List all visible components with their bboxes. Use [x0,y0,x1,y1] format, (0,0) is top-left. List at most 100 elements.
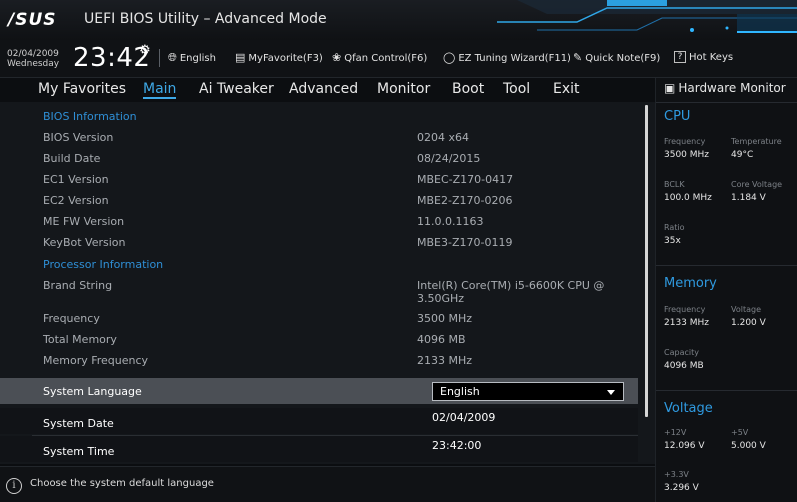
toolbar: 02/04/2009 Wednesday 23:42 ⚙ 🌐︎ English ▤… [0,40,797,78]
tab-exit[interactable]: Exit [553,81,580,97]
tab-boot[interactable]: Boot [452,81,484,97]
v12-label: +12V [664,428,687,437]
hardware-monitor-label: Hardware Monitor [678,81,786,95]
system-language-select[interactable]: English [432,382,624,401]
system-time-field[interactable]: 23:42:00 [432,439,481,452]
bulb-icon: ◯ [443,51,456,64]
monitor-icon: ▣ [664,81,676,95]
hardware-monitor-panel: ▣ Hardware Monitor CPU Frequency Temperat… [655,78,797,502]
memory-heading: Memory [664,276,717,291]
bios-version-label: BIOS Version [43,131,114,144]
cpu-frequency-value: 3500 MHz [664,150,710,160]
v33-label: +3.3V [664,470,689,479]
qfan-control-button[interactable]: ❀ Qfan Control(F6) [332,51,427,64]
brand-string-value: Intel(R) Core(TM) i5-6600K CPU @ 3.50GHz [417,279,605,305]
date-text: 02/04/2009 [7,49,59,59]
v5-label: +5V [731,428,749,437]
memory-frequency-value: 2133 MHz [417,354,473,367]
total-memory-value: 4096 MB [417,333,466,346]
system-language-row[interactable]: System Language English [0,378,638,404]
keybot-version-value: MBE3-Z170-0119 [417,236,513,249]
date-display: 02/04/2009 Wednesday [7,49,59,69]
myfavorite-label: MyFavorite(F3) [248,53,323,64]
cpu-heading: CPU [664,109,691,124]
weekday-text: Wednesday [7,59,60,69]
ratio-value: 35x [664,236,681,246]
hardware-monitor-title: ▣ Hardware Monitor [664,81,786,95]
fan-icon: ❀ [332,51,342,64]
brand-string-label: Brand String [43,279,113,292]
voltage-heading: Voltage [664,401,713,416]
menu-bar: My Favorites Main Ai Tweaker Advanced Mo… [0,78,655,102]
divider [656,102,797,103]
chevron-down-icon [607,390,615,395]
bios-information-heading: BIOS Information [43,110,137,123]
v33-value: 3.296 V [664,483,699,493]
myfavorite-button[interactable]: ▤ MyFavorite(F3) [235,51,323,64]
language-button[interactable]: 🌐︎ English [168,51,216,65]
capacity-value: 4096 MB [664,361,704,371]
ratio-label: Ratio [664,223,685,232]
system-date-field[interactable]: 02/04/2009 [432,411,495,424]
core-voltage-label: Core Voltage [731,180,783,189]
cpu-temperature-label: Temperature [731,137,782,146]
tab-advanced[interactable]: Advanced [289,81,358,97]
scrollbar[interactable] [645,105,648,417]
title-bar: /SUS UEFI BIOS Utility – Advanced Mode [0,0,797,40]
cpu-temperature-value: 49°C [731,150,754,160]
system-date-row[interactable]: System Date 02/04/2009 [0,408,638,434]
tab-my-favorites[interactable]: My Favorites [38,81,126,97]
core-voltage-value: 1.184 V [731,193,766,203]
me-fw-version-label: ME FW Version [43,215,125,228]
total-memory-label: Total Memory [43,333,117,346]
capacity-label: Capacity [664,348,699,357]
system-time-row[interactable]: System Time 23:42:00 [0,436,638,462]
divider [656,265,797,266]
bclk-label: BCLK [664,180,685,189]
language-label: English [179,53,216,64]
hot-keys-label: Hot Keys [689,52,734,63]
ec1-version-label: EC1 Version [43,173,109,186]
header-decoration [497,0,797,33]
help-text: Choose the system default language [30,478,214,489]
processor-information-heading: Processor Information [43,258,164,271]
quick-note-button[interactable]: ✎ Quick Note(F9) [573,51,660,64]
bclk-value: 100.0 MHz [664,193,712,203]
gear-icon[interactable]: ⚙ [139,43,151,58]
tab-monitor[interactable]: Monitor [377,81,430,97]
memory-frequency-hw-label: Frequency [664,305,706,314]
system-date-label: System Date [43,417,114,430]
v12-value: 12.096 V [664,441,705,451]
note-icon: ✎ [573,51,583,64]
ec2-version-label: EC2 Version [43,194,109,207]
memory-frequency-hw-value: 2133 MHz [664,318,710,328]
ez-tuning-wizard-label: EZ Tuning Wizard(F11) [458,53,571,64]
hotkeys-icon: ? [674,51,686,63]
ec2-version-value: MBE2-Z170-0206 [417,194,513,207]
tab-tool[interactable]: Tool [503,81,530,97]
system-language-value: English [440,385,480,398]
memory-voltage-value: 1.200 V [731,318,766,328]
qfan-control-label: Qfan Control(F6) [344,53,428,64]
divider [656,390,797,391]
frequency-label: Frequency [43,312,100,325]
ez-tuning-wizard-button[interactable]: ◯ EZ Tuning Wizard(F11) [443,51,571,64]
favorite-icon: ▤ [235,51,246,64]
toolbar-separator [159,49,160,67]
build-date-label: Build Date [43,152,101,165]
system-time-label: System Time [43,445,115,458]
tab-main[interactable]: Main [143,81,177,99]
memory-frequency-label: Memory Frequency [43,354,149,367]
info-icon: i [6,478,22,494]
ec1-version-value: MBEC-Z170-0417 [417,173,514,186]
globe-icon: 🌐︎ [168,51,177,64]
hot-keys-button[interactable]: ? Hot Keys [674,51,733,63]
window-title: UEFI BIOS Utility – Advanced Mode [84,11,327,27]
cpu-frequency-label: Frequency [664,137,706,146]
status-bar: i Choose the system default language [0,466,655,502]
main-panel: BIOS Information BIOS Version 0204 x64 B… [0,102,655,464]
v5-value: 5.000 V [731,441,766,451]
tab-ai-tweaker[interactable]: Ai Tweaker [199,81,274,97]
keybot-version-label: KeyBot Version [43,236,126,249]
system-language-label: System Language [43,385,142,398]
